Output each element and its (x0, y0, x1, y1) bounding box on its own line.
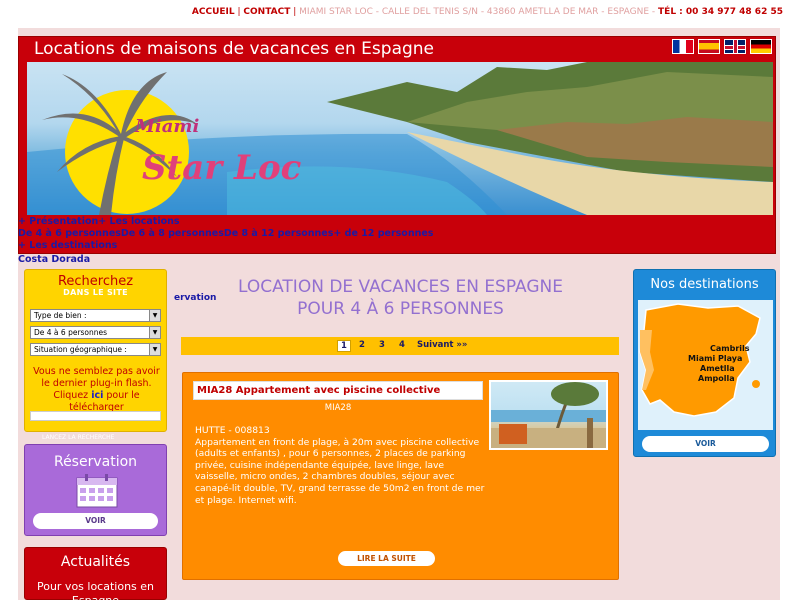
property-type-select[interactable]: Type de bien : ▼ (30, 309, 161, 322)
nav-capacity-links[interactable]: De 4 à 6 personnesDe 6 à 8 personnesDe 8… (18, 228, 433, 239)
dest-ampolla[interactable]: Ampolla (698, 374, 735, 383)
search-subtitle: DANS LE SITE (63, 288, 128, 297)
page-link-4[interactable]: 4 (399, 340, 405, 350)
nav-costa-dorada-link[interactable]: Costa Dorada (18, 254, 90, 265)
search-title: Recherchez (57, 274, 134, 289)
spain-map[interactable]: Cambrils Miami Playa Ametlla Ampolla (638, 300, 773, 430)
listing-description: HUTTE - 008813 Appartement en front de p… (195, 425, 487, 506)
header-banner: Miami Star Loc (27, 62, 773, 215)
flash-plugin-message: Vous ne semblez pas avoir le dernier plu… (29, 366, 164, 414)
contact-link[interactable]: CONTACT (243, 7, 290, 17)
reservation-panel: Réservation VOIR (24, 444, 167, 536)
chevron-down-icon: ▼ (149, 310, 160, 321)
destinations-panel: Nos destinations Cambrils Miami Playa Am… (633, 269, 776, 457)
flag-english-icon[interactable] (724, 39, 746, 54)
nav-destinations-link[interactable]: + Les destinations (18, 240, 117, 251)
dest-ametlla[interactable]: Ametlla (700, 364, 735, 373)
chevron-down-icon: ▼ (149, 344, 160, 355)
home-link[interactable]: ACCUEIL (192, 7, 235, 17)
capacity-value: De 4 à 6 personnes (34, 328, 108, 337)
logo-miami: Miami (135, 116, 200, 137)
company-address: MIAMI STAR LOC - CALLE DEL TENIS S/N - 4… (299, 7, 656, 17)
pagination: 1 2 3 4 Suivant »» (181, 337, 619, 355)
property-type-value: Type de bien : (34, 311, 87, 320)
site-title: Locations de maisons de vacances en Espa… (34, 39, 435, 59)
news-text: Pour vos locations en Espagne (36, 580, 155, 600)
dest-cambrils[interactable]: Cambrils (710, 344, 750, 353)
flag-german-icon[interactable] (750, 39, 772, 54)
next-page-link[interactable]: Suivant »» (417, 340, 467, 350)
logo-starloc: Star Loc (142, 148, 302, 188)
search-input[interactable] (30, 411, 161, 421)
page-title-line2: POUR 4 À 6 PERSONNES (297, 299, 504, 319)
location-select[interactable]: Situation géographique : ▼ (30, 343, 161, 356)
calendar-icon (76, 474, 118, 508)
reservation-view-button[interactable]: VOIR (33, 513, 158, 529)
listing-code: HUTTE - 008813 (195, 425, 270, 436)
listing-photo[interactable] (489, 380, 608, 450)
page-title: LOCATION DE VACANCES EN ESPAGNE POUR 4 À… (183, 276, 618, 320)
destinations-view-button[interactable]: VOIR (642, 436, 769, 452)
flash-download-link[interactable]: ici (91, 390, 103, 401)
reservation-title: Réservation (53, 454, 138, 470)
destinations-title: Nos destinations (650, 277, 759, 292)
capacity-select[interactable]: De 4 à 6 personnes ▼ (30, 326, 161, 339)
listing-description-text: Appartement en front de plage, à 20m ave… (195, 436, 485, 506)
page-title-line1: LOCATION DE VACANCES EN ESPAGNE (238, 277, 563, 297)
listing-ref: MIA28 (324, 403, 352, 413)
language-switcher (672, 39, 772, 54)
news-panel: Actualités Pour vos locations en Espagne (24, 547, 167, 600)
search-panel: Recherchez DANS LE SITE Type de bien : ▼… (24, 269, 167, 432)
news-title: Actualités (60, 554, 131, 570)
read-more-button[interactable]: LIRE LA SUITE (338, 551, 435, 566)
flag-spanish-icon[interactable] (698, 39, 720, 54)
page-link-1[interactable]: 1 (337, 340, 351, 352)
flag-french-icon[interactable] (672, 39, 694, 54)
main-navigation: + Présentation+ Les locations De 4 à 6 p… (18, 216, 776, 252)
chevron-down-icon: ▼ (149, 327, 160, 338)
listing-card: MIA28 Appartement avec piscine collectiv… (182, 372, 619, 580)
search-launch-caption[interactable]: LANCEZ LA RECHERCHE (42, 434, 114, 441)
listing-title[interactable]: MIA28 Appartement avec piscine collectiv… (193, 381, 483, 400)
location-value: Situation géographique : (34, 345, 127, 354)
page-link-3[interactable]: 3 (379, 340, 385, 350)
top-contact-bar: ACCUEIL | CONTACT | MIAMI STAR LOC - CAL… (191, 7, 783, 17)
company-phone: TÉL : 00 34 977 48 62 55 (658, 7, 783, 17)
page-link-2[interactable]: 2 (359, 340, 365, 350)
dest-miami-playa[interactable]: Miami Playa (688, 354, 742, 363)
nav-presentation-link[interactable]: + Présentation+ Les locations (18, 216, 180, 227)
